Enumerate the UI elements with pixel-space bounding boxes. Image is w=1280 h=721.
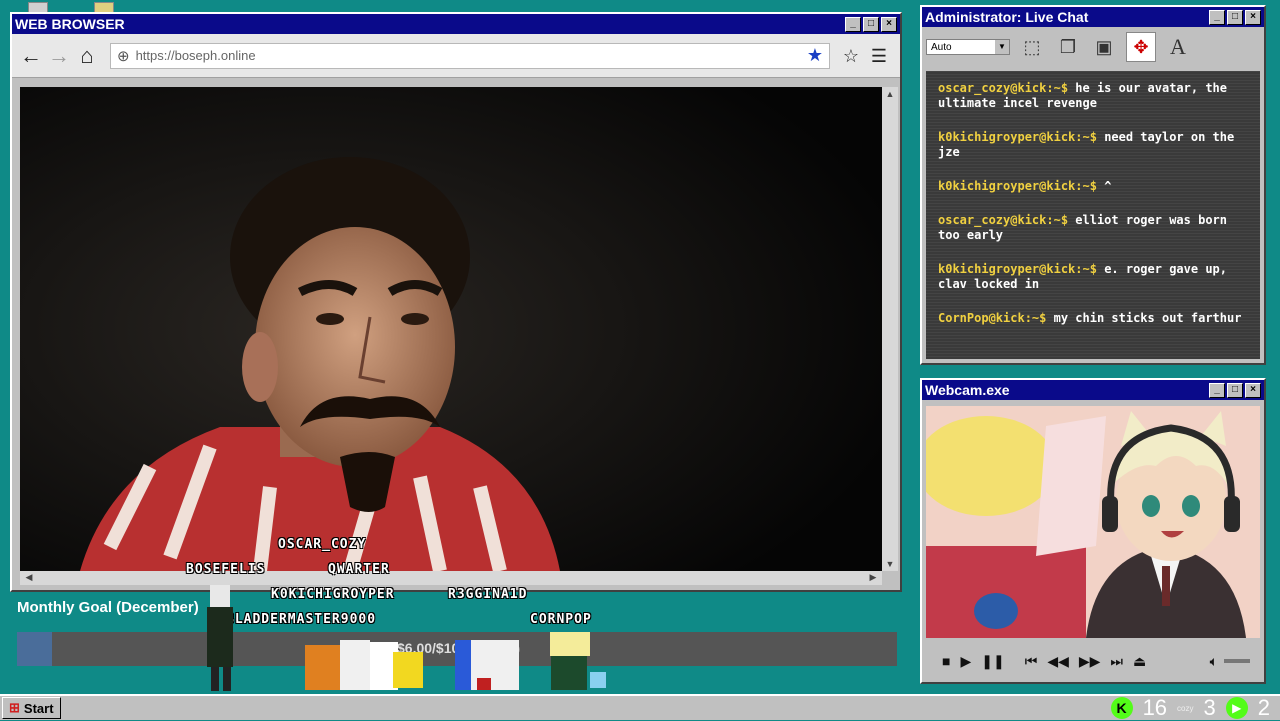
stop-icon[interactable]: ■ [942,653,950,669]
streamer-video-frame [20,87,882,571]
scroll-up-icon[interactable]: ▲ [883,89,897,99]
chat-log[interactable]: oscar_cozy@kick:~$ he is our avatar, the… [926,71,1260,359]
goal-label: Monthly Goal (December) [17,599,199,616]
close-button[interactable]: × [1245,9,1261,25]
kick-count: 16 [1142,695,1168,720]
menu-icon[interactable]: ☰ [866,43,892,69]
windows-logo-icon: ⊞ [9,700,20,715]
viewer-name: OSCAR_COZY [278,537,367,552]
play-icon: ▶ [1225,697,1248,719]
minimize-button[interactable]: _ [845,16,861,32]
back-icon[interactable]: ← [18,43,44,69]
taskbar: ⊞ Start K 16 cozy 3 ▶ 2 [0,694,1280,720]
clipboard-icon[interactable]: ▣ [1090,33,1118,61]
volume-slider[interactable] [1224,659,1250,663]
maximize-button[interactable]: □ [863,16,879,32]
copy-icon[interactable]: ❐ [1054,33,1082,61]
browser-title: WEB BROWSER [15,16,125,32]
goal-progress-fill [17,632,53,666]
scroll-down-icon[interactable]: ▼ [883,559,897,569]
browser-window: WEB BROWSER _ □ × ← → ⌂ ⊕ https://boseph… [10,12,902,592]
rewind-icon[interactable]: ◀◀ [1047,653,1069,670]
viewer-name: BOSEFELIS [186,562,266,577]
select-rect-icon[interactable]: ⬚ [1018,33,1046,61]
minimize-button[interactable]: _ [1209,382,1225,398]
viewer-sprites [207,585,606,691]
move-icon[interactable]: ✥ [1126,32,1156,62]
pause-icon[interactable]: ❚❚ [981,653,1004,670]
minimize-button[interactable]: _ [1209,9,1225,25]
media-controls: ■ ▶ ❚❚ ⏮ ◀◀ ▶▶ ⏭ ⏏ 🔈︎ [926,646,1260,676]
favorites-icon[interactable]: ☆ [838,43,864,69]
chat-toolbar: Auto ▼ ⬚ ❐ ▣ ✥ A [922,27,1264,67]
chat-title: Administrator: Live Chat [925,9,1089,25]
scroll-right-icon[interactable]: ▶ [866,572,880,583]
viewer-name: QWARTER [328,562,390,577]
stream-count: 2 [1257,695,1270,720]
cozy-label: cozy [1177,703,1194,713]
start-label: Start [23,700,54,716]
address-bar[interactable]: ⊕ https://boseph.online ★ [110,42,830,69]
url-text: https://boseph.online [135,48,256,63]
close-button[interactable]: × [881,16,897,32]
stream-video [20,87,882,571]
viewer-count: 3 [1203,695,1216,720]
play-icon[interactable]: ▶ [960,653,971,670]
globe-icon: ⊕ [117,47,130,65]
chevron-down-icon[interactable]: ▼ [995,40,1009,54]
chat-message: oscar_cozy@kick:~$ elliot roger was born… [938,213,1227,242]
bookmark-star-icon[interactable]: ★ [807,45,823,66]
close-button[interactable]: × [1245,382,1261,398]
chat-message: k0kichigroyper@kick:~$ ^ [938,179,1112,193]
webcam-titlebar[interactable]: Webcam.exe _ □ × [922,380,1264,400]
vtuber-avatar-image [926,406,1260,638]
speaker-icon: 🔈︎ [1209,652,1218,669]
chat-message: k0kichigroyper@kick:~$ need taylor on th… [938,130,1235,159]
live-chat-window: Administrator: Live Chat _ □ × Auto ▼ ⬚ … [920,5,1266,365]
scroll-left-icon[interactable]: ◀ [22,572,36,583]
system-tray: K 16 cozy 3 ▶ 2 [1110,695,1280,721]
eject-icon[interactable]: ⏏ [1133,653,1146,670]
webcam-window: Webcam.exe _ □ × ■ ▶ ❚❚ ⏮ ◀◀ ▶▶ ⏭ ⏏ 🔈︎ [920,378,1266,684]
home-icon[interactable]: ⌂ [74,43,100,69]
start-button[interactable]: ⊞ Start [2,697,61,719]
skip-forward-icon[interactable]: ⏭ [1110,653,1123,670]
browser-titlebar[interactable]: WEB BROWSER _ □ × [12,14,900,34]
font-icon[interactable]: A [1164,33,1192,61]
browser-toolbar: ← → ⌂ ⊕ https://boseph.online ★ ☆ ☰ [12,34,900,78]
maximize-button[interactable]: □ [1227,382,1243,398]
fast-forward-icon[interactable]: ▶▶ [1079,653,1101,670]
chat-message: k0kichigroyper@kick:~$ e. roger gave up,… [938,262,1228,291]
size-select-value: Auto [931,41,952,53]
chat-message: CornPop@kick:~$ my chin sticks out farth… [938,311,1242,325]
webcam-title: Webcam.exe [925,382,1010,398]
volume-control[interactable]: 🔈︎ [1210,653,1260,670]
chat-titlebar[interactable]: Administrator: Live Chat _ □ × [922,7,1264,27]
maximize-button[interactable]: □ [1227,9,1243,25]
forward-icon[interactable]: → [46,43,72,69]
size-select[interactable]: Auto ▼ [926,39,1010,55]
vertical-scrollbar[interactable]: ▲ ▼ [882,87,898,571]
chat-message: oscar_cozy@kick:~$ he is our avatar, the… [938,81,1227,110]
kick-icon: K [1110,697,1133,719]
skip-back-icon[interactable]: ⏮ [1025,653,1038,670]
